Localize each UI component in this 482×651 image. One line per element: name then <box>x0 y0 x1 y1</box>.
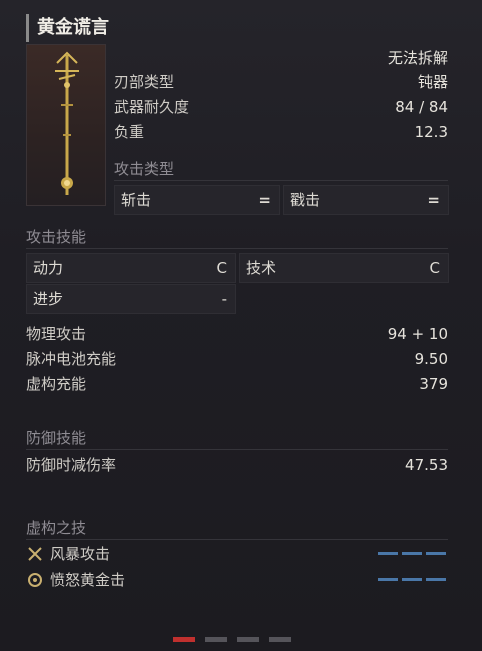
gauge-segment <box>378 578 398 581</box>
skill-technique: 技术 C <box>239 253 449 283</box>
page-indicator-2[interactable] <box>205 637 227 642</box>
pierce-label: 戳击 <box>290 191 321 209</box>
divider <box>26 248 448 249</box>
slash-label: 斩击 <box>121 191 152 209</box>
fable-charge-value: 379 <box>419 375 448 393</box>
advance-grade: - <box>221 290 227 308</box>
pierce-value: = <box>427 191 440 209</box>
weight-label: 负重 <box>114 123 145 141</box>
dismantle-status: 无法拆解 <box>387 49 448 67</box>
pulse-charge-value: 9.50 <box>414 350 448 368</box>
item-title: 黄金谎言 <box>26 14 109 42</box>
attack-type-header: 攻击类型 <box>114 160 175 178</box>
page-indicator-1[interactable] <box>173 637 195 642</box>
crossed-swords-icon <box>27 546 43 562</box>
technique-grade: C <box>429 259 440 277</box>
weight-value: 12.3 <box>414 123 448 141</box>
weapon-image <box>26 44 106 206</box>
attack-skill-header: 攻击技能 <box>26 228 87 246</box>
page-indicator-3[interactable] <box>237 637 259 642</box>
fable-art-golden-label: 愤怒黄金击 <box>50 571 126 589</box>
skill-advance: 进步 - <box>26 284 236 314</box>
physical-attack-value: 94 + 10 <box>387 325 448 343</box>
attack-type-slash: 斩击 = <box>114 185 280 215</box>
skill-motivity: 动力 C <box>26 253 236 283</box>
durability-label: 武器耐久度 <box>114 98 190 116</box>
page-indicator-4[interactable] <box>269 637 291 642</box>
advance-label: 进步 <box>33 290 64 308</box>
gauge-segment <box>402 552 422 555</box>
gauge-segment <box>378 552 398 555</box>
fable-charge-label: 虚构充能 <box>26 375 87 393</box>
motivity-label: 动力 <box>33 259 64 277</box>
item-detail-panel: 黄金谎言 无法拆解 刃部类型 钝器 武器耐久度 84 / 84 负重 12.3 … <box>0 0 482 651</box>
durability-value: 84 / 84 <box>395 98 448 116</box>
technique-label: 技术 <box>246 259 277 277</box>
weapon-illustration <box>55 51 79 195</box>
divider <box>26 449 448 450</box>
physical-attack-label: 物理攻击 <box>26 325 87 343</box>
attack-type-pierce: 戳击 = <box>283 185 449 215</box>
gauge-segment <box>402 578 422 581</box>
motivity-grade: C <box>216 259 227 277</box>
guard-reduction-label: 防御时减伤率 <box>26 456 117 474</box>
gauge-segment <box>426 578 446 581</box>
divider <box>114 180 448 181</box>
gauge-segment <box>426 552 446 555</box>
pulse-charge-label: 脉冲电池充能 <box>26 350 117 368</box>
fable-art-storm-label: 风暴攻击 <box>50 545 111 563</box>
fable-arts-header: 虚构之技 <box>26 519 87 537</box>
blade-type-label: 刃部类型 <box>114 73 175 91</box>
blade-type-value: 钝器 <box>417 73 448 91</box>
gear-emblem-icon <box>27 572 43 588</box>
defense-header: 防御技能 <box>26 429 87 447</box>
divider <box>26 539 448 540</box>
guard-reduction-value: 47.53 <box>405 456 448 474</box>
slash-value: = <box>258 191 271 209</box>
